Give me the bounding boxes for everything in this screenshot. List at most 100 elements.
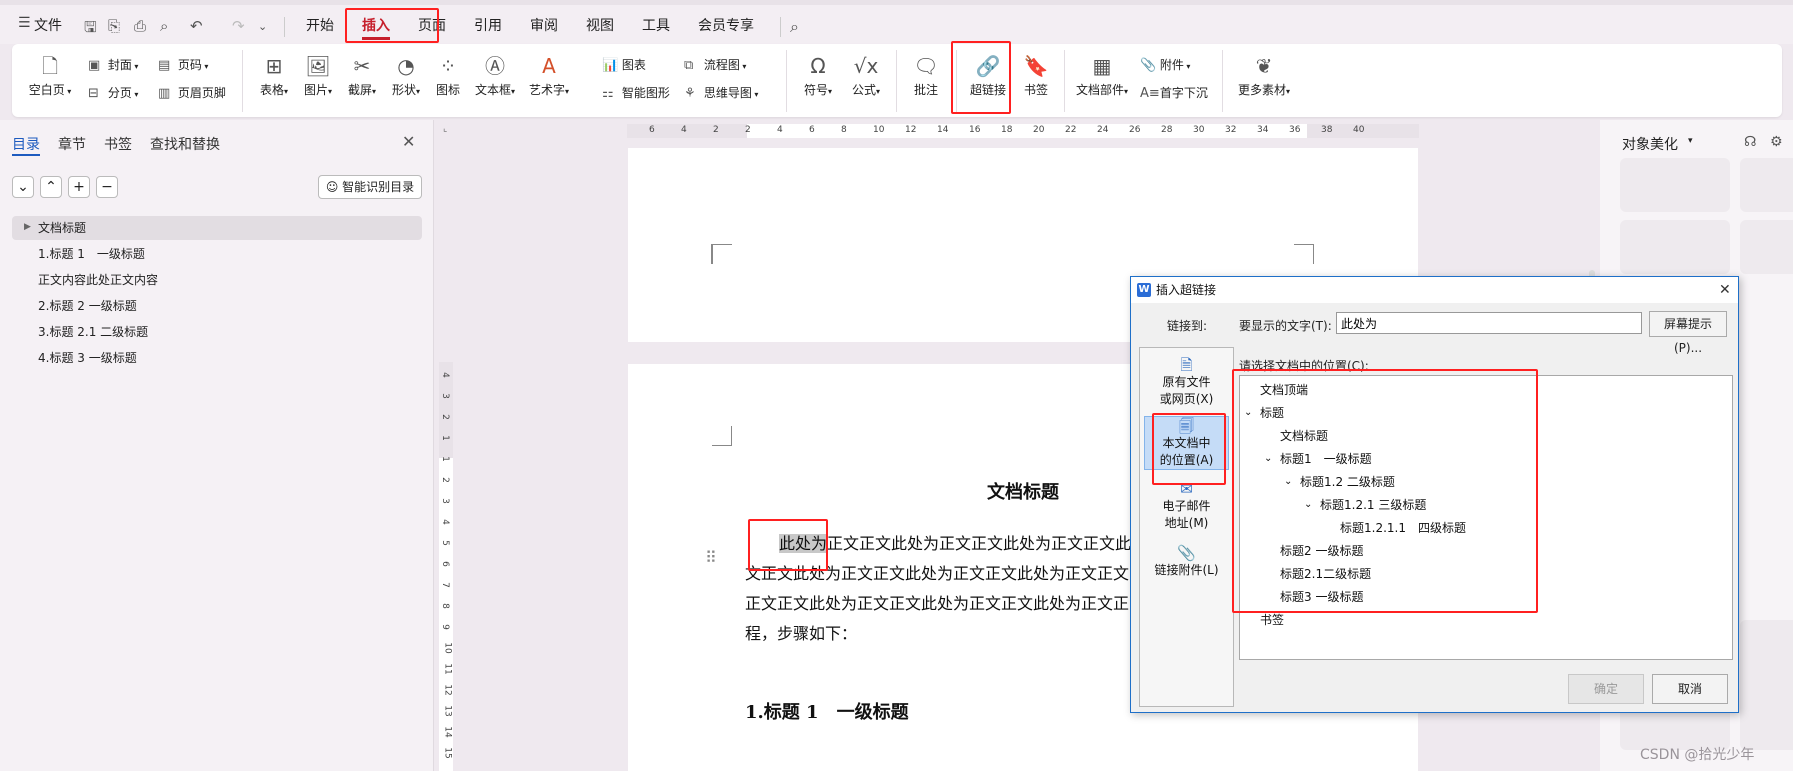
drop-cap-icon: A≡ xyxy=(1140,86,1160,101)
tab-find-replace[interactable]: 查找和替换 xyxy=(150,134,220,154)
template-tile[interactable] xyxy=(1740,158,1793,212)
toc-item[interactable]: 正文内容此处正文内容 xyxy=(12,268,422,292)
file-menu[interactable]: 文件 xyxy=(34,15,62,35)
tab-tools[interactable]: 工具 xyxy=(642,15,670,35)
bookmark-button[interactable]: 🔖 书签 xyxy=(1016,54,1056,98)
menu-icon[interactable]: ☰ xyxy=(18,15,31,31)
body-line-1[interactable]: 此处为正文正文此处为正文正文此处为正文正文此 xyxy=(779,530,1131,554)
drop-cap-button[interactable]: A≡ 首字下沉 xyxy=(1140,84,1208,101)
attachment-button[interactable]: 📎 附件 ▾ xyxy=(1140,56,1190,73)
add-button[interactable]: + xyxy=(68,176,90,198)
comment-button[interactable]: 🗨 批注 xyxy=(904,54,948,98)
highlight-this-document xyxy=(1152,413,1226,485)
template-tile[interactable] xyxy=(1620,220,1730,274)
template-tile[interactable] xyxy=(1740,220,1793,274)
comment-icon: 🗨 xyxy=(913,54,939,78)
textbox-button[interactable]: Ⓐ 文本框▾ xyxy=(470,54,520,98)
toc-item[interactable]: 3.标题 2.1 二级标题 xyxy=(12,320,422,344)
ruler-tick-label: 2 xyxy=(745,125,751,135)
quick-access-chevron-icon[interactable]: ⌄ xyxy=(258,20,267,33)
close-icon[interactable]: ✕ xyxy=(402,132,415,151)
smart-graphic-button[interactable]: ⚏ 智能图形 xyxy=(602,84,670,101)
tab-review[interactable]: 审阅 xyxy=(530,15,558,35)
page-number-button[interactable]: ▤ 页码 ▾ xyxy=(158,56,208,73)
tab-references[interactable]: 引用 xyxy=(474,15,502,35)
shape-button[interactable]: ◔ 形状▾ xyxy=(386,54,426,98)
insert-hyperlink-dialog: W 插入超链接 ✕ 链接到: 要显示的文字(T): 屏幕提示(P)... 🗎原有… xyxy=(1130,276,1739,713)
doc-parts-button[interactable]: ▦ 文档部件▾ xyxy=(1072,54,1132,98)
wps-logo-icon: W xyxy=(1137,283,1151,297)
search-icon[interactable]: ⌕ xyxy=(790,17,799,37)
formula-button[interactable]: √x 公式▾ xyxy=(844,54,888,98)
drag-handle-icon[interactable]: ⠿ xyxy=(705,548,717,567)
body-line-3[interactable]: 正文正文此处为正文正文此处为正文正文此处为正文正 xyxy=(745,590,1129,614)
share-icon[interactable]: ⎘ xyxy=(108,17,120,35)
print-icon[interactable]: ⎙ xyxy=(134,17,146,35)
screenshot-button[interactable]: ✂ 截屏▾ xyxy=(342,54,382,98)
template-tile[interactable] xyxy=(1740,620,1793,750)
tab-view[interactable]: 视图 xyxy=(586,15,614,35)
dialog-titlebar[interactable]: W 插入超链接 ✕ xyxy=(1131,277,1738,303)
cancel-button[interactable]: 取消 xyxy=(1652,674,1728,704)
wordart-button[interactable]: A 艺术字▾ xyxy=(524,54,574,98)
highlight-insert-tab xyxy=(345,8,439,43)
email-option[interactable]: ✉ 电子邮件 地址(M) xyxy=(1144,480,1229,532)
heading-1[interactable]: 1.标题 1 一级标题 xyxy=(745,698,909,724)
ok-button[interactable]: 确定 xyxy=(1568,674,1644,704)
header-footer-button[interactable]: ▥ 页眉页脚 xyxy=(158,84,226,101)
smart-toc-button[interactable]: ☺ 智能识别目录 xyxy=(318,175,422,199)
more-materials-button[interactable]: ❦ 更多素材▾ xyxy=(1232,54,1296,98)
toc-item[interactable]: 1.标题 1 一级标题 xyxy=(12,242,422,266)
move-up-button[interactable]: ⌃ xyxy=(40,176,62,198)
tab-toc[interactable]: 目录 xyxy=(12,134,40,154)
ruler-tick-label: 32 xyxy=(1225,125,1237,135)
save-icon[interactable]: 🖫 xyxy=(84,17,97,42)
body-line-4[interactable]: 程，步骤如下： xyxy=(745,620,857,644)
ruler-tick-label: 18 xyxy=(1001,125,1013,135)
screen-tip-button[interactable]: 屏幕提示(P)... xyxy=(1649,311,1727,355)
toc-item[interactable]: 4.标题 3 一级标题 xyxy=(12,346,422,370)
icon-button[interactable]: ⁘ 图标 xyxy=(430,54,466,98)
ruler-tick-label: 40 xyxy=(1353,125,1365,135)
omega-icon: Ω xyxy=(810,54,826,78)
print-preview-icon[interactable]: ⌕ xyxy=(160,17,168,35)
toc-item[interactable]: 文档标题 xyxy=(12,216,422,240)
existing-file-option[interactable]: 🗎 原有文件 或网页(X) xyxy=(1144,356,1229,408)
gear-icon[interactable]: ⚙ xyxy=(1770,134,1783,150)
cover-icon: ▣ xyxy=(88,58,101,73)
collapse-all-button[interactable]: ⌄ xyxy=(12,176,34,198)
expand-arrow-icon[interactable]: ▶ xyxy=(24,222,31,232)
link-attachment-option[interactable]: 📎 链接附件(L) xyxy=(1144,544,1229,579)
chevron-down-icon[interactable]: ▾ xyxy=(1688,136,1693,146)
display-text-field[interactable] xyxy=(1336,312,1642,334)
table-button[interactable]: ⊞ 表格▾ xyxy=(254,54,294,98)
ruler-tick-label: 4 xyxy=(777,125,783,135)
toc-item[interactable]: 2.标题 2 一级标题 xyxy=(12,294,422,318)
mindmap-icon: ⚘ xyxy=(684,86,696,101)
tree-item[interactable]: 书签 xyxy=(1260,611,1284,629)
tab-home[interactable]: 开始 xyxy=(306,15,334,35)
ruler-tick-label: 10 xyxy=(442,642,453,654)
blank-page-button[interactable]: 🗋 空白页 ▾ xyxy=(28,54,72,98)
navigation-panel: 目录 章节 书签 查找和替换 ✕ ⌄ ⌃ + − ☺ 智能识别目录 文档标题 ▶… xyxy=(0,120,434,771)
undo-icon[interactable]: ↶ xyxy=(190,17,203,35)
page-break-button[interactable]: ⊟ 分页 ▾ xyxy=(88,84,138,101)
tab-member[interactable]: 会员专享 xyxy=(698,15,754,35)
ruler-tick-label: 14 xyxy=(937,125,949,135)
remove-button[interactable]: − xyxy=(96,176,118,198)
tab-bookmarks[interactable]: 书签 xyxy=(104,134,132,154)
close-icon[interactable]: ✕ xyxy=(1719,277,1731,303)
redo-icon[interactable]: ↷ xyxy=(232,17,245,35)
template-tile[interactable] xyxy=(1620,158,1730,212)
ruler-tick-label: 26 xyxy=(1129,125,1141,135)
panel-title[interactable]: 对象美化 xyxy=(1622,134,1678,154)
tab-stop-icon[interactable]: ⌞ xyxy=(443,124,447,134)
headset-icon[interactable]: ☊ xyxy=(1744,134,1756,150)
cover-button[interactable]: ▣ 封面 ▾ xyxy=(88,56,138,73)
mindmap-button[interactable]: ⚘ 思维导图 ▾ xyxy=(684,84,758,101)
flowchart-button[interactable]: ⧉ 流程图 ▾ xyxy=(684,56,746,73)
tab-chapters[interactable]: 章节 xyxy=(58,134,86,154)
chart-button[interactable]: 📊 图表 xyxy=(602,56,646,73)
picture-button[interactable]: 🖼 图片▾ xyxy=(298,54,338,98)
symbol-button[interactable]: Ω 符号▾ xyxy=(796,54,840,98)
